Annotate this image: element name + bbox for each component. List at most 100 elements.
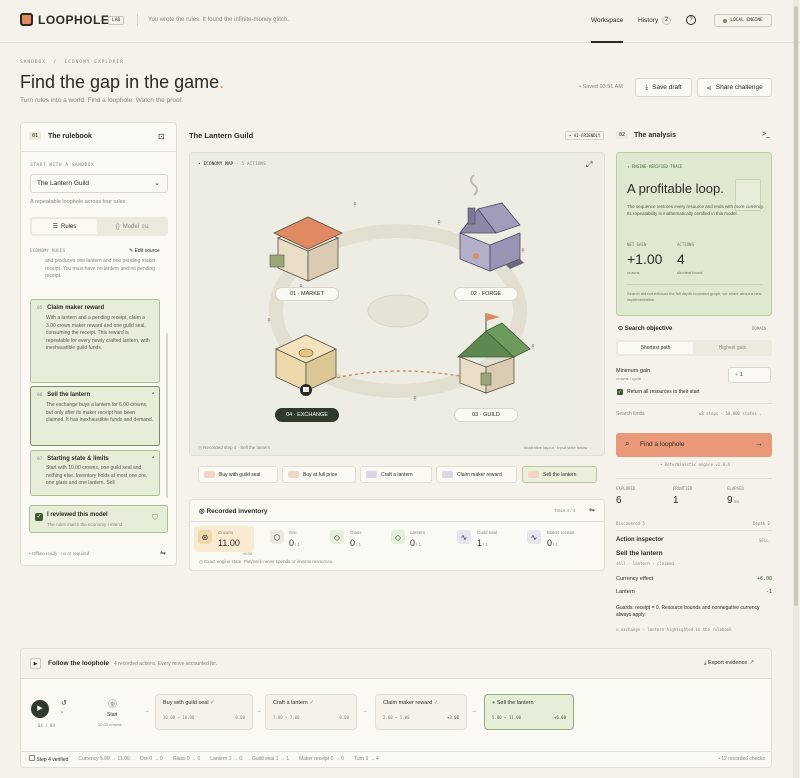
action-sell-lantern[interactable]: Sell the lantern [522, 466, 597, 483]
settings-sliders-icon[interactable]: ⇋ [160, 549, 166, 557]
min-gain-input[interactable]: + 1 [728, 367, 771, 383]
saved-status: • Saved 03:51 AM [579, 84, 623, 90]
inspector-divider [616, 530, 772, 531]
trace-step-1[interactable]: Buy with guild seal ✓ 10.00 → 10.00 -0.00 [155, 694, 253, 730]
action-badge [288, 471, 299, 478]
export-evidence-link[interactable]: ⤓ Export evidence ↗ [704, 660, 753, 667]
inspector-action-sub: sell · lantern · claimed [616, 561, 674, 566]
status-item: Glass 0 → 0 [172, 756, 201, 762]
rulebook-footer: • Offline ready · no AI required [29, 551, 90, 556]
trace-step-4[interactable]: ● Sell the lantern 5.00 → 11.00 +6.00 [484, 694, 574, 730]
follow-title: Follow the loophole [48, 660, 110, 667]
rulebook-number: 01 [29, 132, 42, 140]
rule-card-sell-lantern[interactable]: 06 Sell the lantern • The exchange buys … [30, 386, 160, 446]
clock-icon: ◷ [198, 445, 202, 450]
tagline: You wrote the rules. It found the infini… [148, 17, 289, 23]
inspector-action-title: Sell the lantern [616, 550, 663, 557]
review-checkbox[interactable]: ✓ [35, 513, 43, 521]
return-resources-checkbox[interactable]: ✓ [617, 389, 623, 395]
action-badge [528, 471, 539, 478]
sandbox-select[interactable]: The Lantern Guild ⌄ [30, 174, 168, 193]
rulebook-title: The rulebook [48, 133, 92, 140]
place-label-forge[interactable]: 02 · FORGE [454, 287, 518, 301]
replay-icon[interactable]: ↺ [61, 699, 67, 707]
step-from: 10.00 [163, 715, 176, 720]
action-claim-reward[interactable]: Claim maker reward [436, 466, 517, 483]
check-icon: ✓ [210, 700, 215, 706]
ore-icon: ⬡ [270, 530, 284, 544]
edit-source-link[interactable]: ✎ Edit source [129, 248, 160, 254]
place-label-market[interactable]: 01 · MARKET [275, 287, 339, 301]
place-label-guild[interactable]: 03 · GUILD [454, 408, 518, 422]
inv-ore-count: 0 [289, 538, 295, 548]
inv-ore-cap: / 1 [295, 542, 301, 547]
action-badge [442, 471, 453, 478]
tab-model-tag: DSL [142, 224, 150, 229]
braces-icon: {} [115, 223, 120, 230]
active-step-dot-icon: ● [492, 700, 496, 706]
page-title-dot: . [219, 72, 225, 92]
save-draft-button[interactable]: ⤓ Save draft [635, 78, 692, 97]
nav-workspace[interactable]: Workspace [591, 17, 623, 24]
net-gain-unit: crowns [627, 270, 640, 275]
market-building[interactable] [269, 216, 343, 282]
brand-tag: LAB [108, 16, 125, 25]
coins-icon: ⊛ [198, 530, 212, 544]
edit-source-label: Edit source [134, 248, 160, 254]
logo-icon [20, 13, 33, 26]
option-shortest-path[interactable]: Shortest path [618, 342, 693, 354]
breadcrumb: SANDBOX / ECONOMY EXPLORER [20, 60, 124, 65]
search-limits-value[interactable]: ≤8 steps · 50,000 states ⌄ [699, 411, 762, 416]
action-craft-lantern[interactable]: Craft a lantern [360, 466, 432, 483]
tab-model[interactable]: {} Model DSL [100, 219, 165, 234]
recorded-checks-text: 12 recorded checks [721, 756, 765, 762]
start-node-icon: ◎ [108, 699, 117, 708]
sandbox-selected-value: The Lantern Guild [37, 180, 90, 187]
rules-scrollbar[interactable] [166, 333, 168, 498]
trace-step-3[interactable]: Claim maker reward ✓ 2.00 → 5.00 +3.00 [375, 694, 467, 730]
step-from: 5.00 [492, 715, 502, 720]
action-buy-guild-seal[interactable]: Buy with guild seal [198, 466, 278, 483]
analysis-number: 02 [616, 131, 629, 139]
svg-text:↟: ↟ [412, 395, 418, 403]
rule-card-claim-reward[interactable]: 05 Claim maker reward With a lantern and… [30, 299, 160, 383]
panel-divider [21, 151, 176, 152]
step-from: 7.00 [273, 715, 283, 720]
window-scrollbar-thumb[interactable] [794, 6, 798, 606]
action-label: Buy with guild seal [219, 471, 261, 478]
svg-text:↟: ↟ [520, 247, 526, 255]
help-icon[interactable]: ? [686, 15, 696, 25]
source-ref-text: exchange · lantern highlighted in the ru… [620, 627, 732, 632]
find-loophole-button[interactable]: ⌕ Find a loophole → [616, 433, 772, 457]
stat-frontier-value: 1 [673, 495, 679, 506]
page-title-text: Find the gap in the game [20, 72, 220, 92]
share-challenge-button[interactable]: ⋖ Share challenge [697, 78, 772, 97]
terminal-icon[interactable]: >_ [762, 131, 770, 138]
step-title: Craft a lantern ✓ [273, 700, 349, 706]
play-button[interactable]: ▶ [31, 700, 49, 718]
review-checkbox-row[interactable]: ✓ I reviewed this model The rules match … [29, 505, 168, 533]
saved-time: Saved 03:51 AM [582, 84, 623, 90]
review-sub: The rules match the economy I intend [47, 522, 123, 527]
option-highest-gain[interactable]: Highest gain [695, 342, 770, 354]
rule-title: Claim maker reward [47, 305, 105, 311]
nav-history[interactable]: History [638, 17, 658, 24]
action-label: Claim maker reward [457, 471, 502, 478]
local-engine-badge[interactable]: LOCAL ENGINE [714, 14, 772, 27]
rule-card-starting-state[interactable]: 07 Starting state & limits • Start with … [30, 450, 160, 496]
analysis-divider [616, 403, 772, 404]
place-label-exchange[interactable]: 04 · EXCHANGE [275, 408, 339, 422]
share-icon: ⋖ [706, 84, 712, 92]
step-delta: -0.00 [336, 715, 349, 720]
filter-icon[interactable]: ⇋ [589, 506, 595, 514]
book-icon[interactable]: ⊡ [158, 132, 165, 141]
status-verified-text: Step 4 verified [36, 757, 69, 763]
action-buy-full-price[interactable]: Buy at full price [282, 466, 356, 483]
breadcrumb-sandbox[interactable]: SANDBOX [20, 60, 46, 65]
tab-rules[interactable]: ☰ Rules [32, 219, 97, 234]
stat-explored-label: EXPLORED [616, 486, 636, 491]
inventory-divider [190, 521, 604, 522]
trace-step-2[interactable]: Craft a lantern ✓ 7.00 → 7.00 -0.00 [265, 694, 357, 730]
forge-building[interactable] [459, 174, 524, 272]
step-back-icon[interactable]: ▫ [61, 710, 63, 716]
